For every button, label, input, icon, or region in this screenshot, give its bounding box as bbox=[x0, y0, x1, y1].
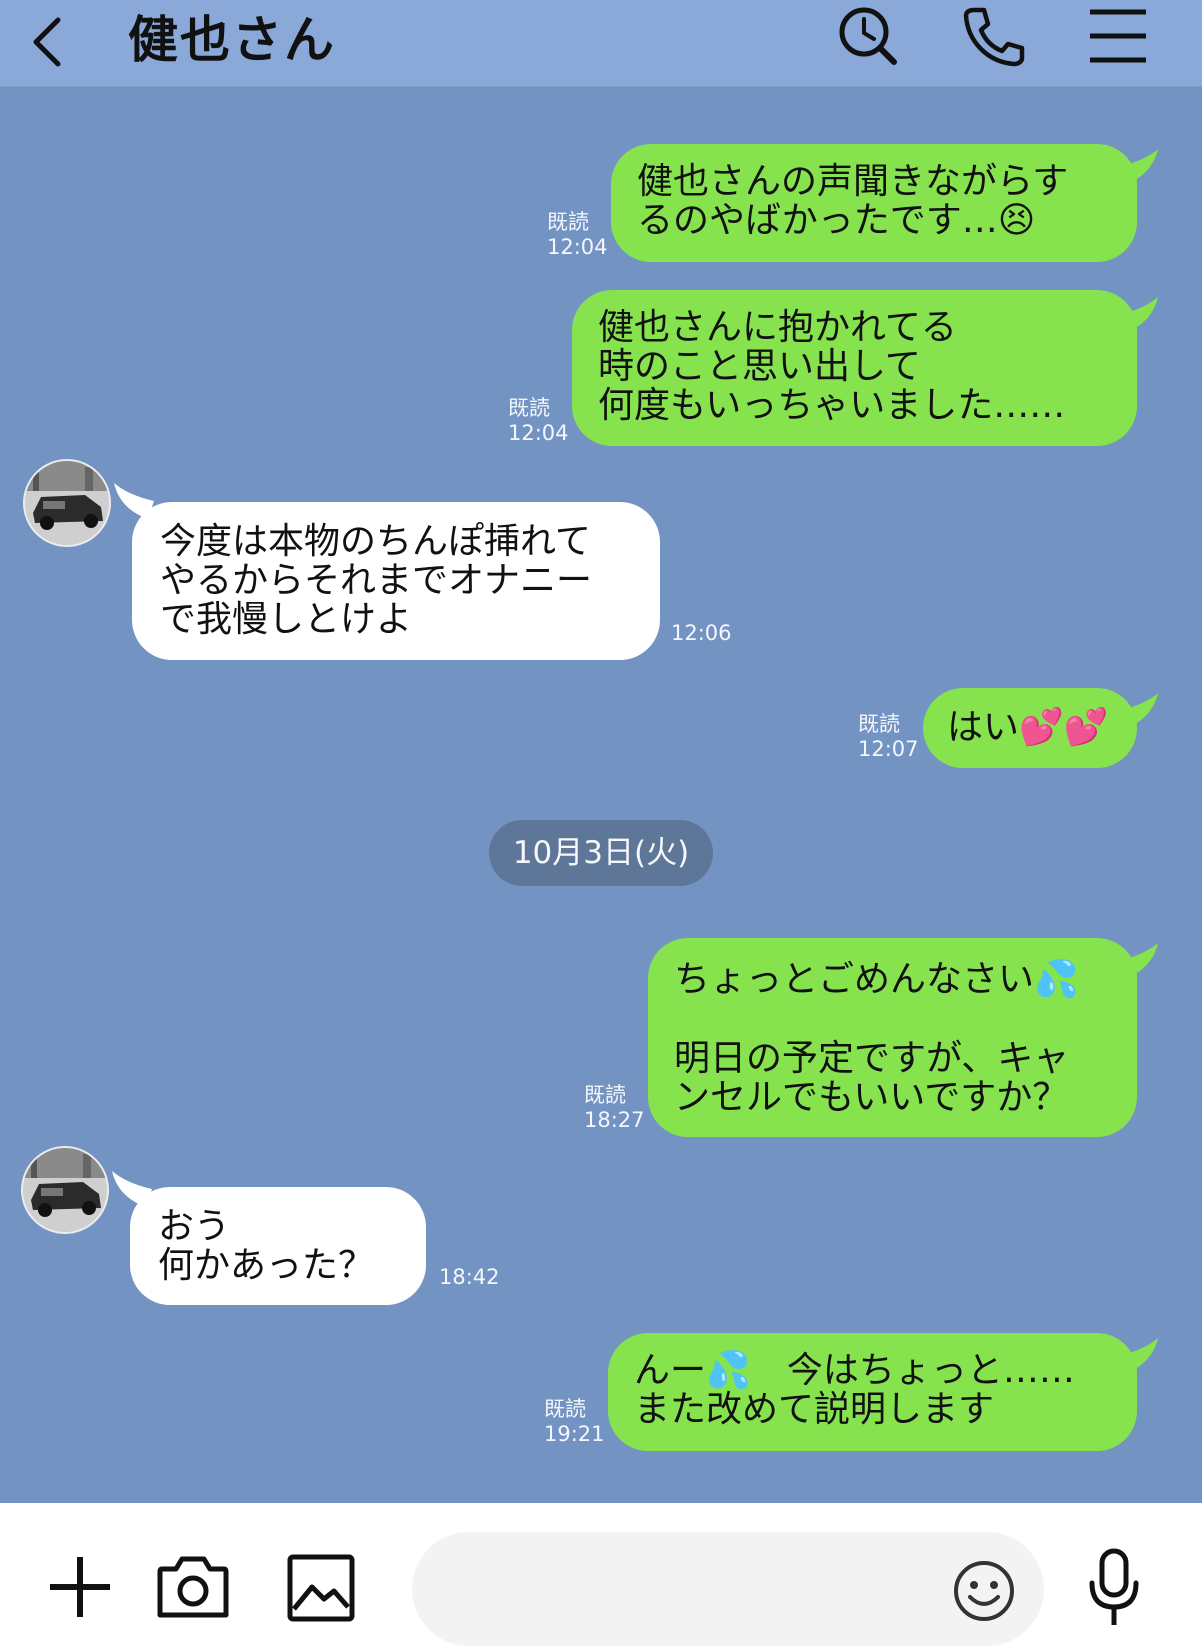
emoji-icon[interactable] bbox=[952, 1559, 1016, 1623]
search-history-icon[interactable] bbox=[832, 2, 902, 72]
back-chevron-icon[interactable] bbox=[28, 12, 68, 72]
avatar[interactable] bbox=[23, 459, 111, 547]
chat-header: 健也さん bbox=[0, 0, 1202, 87]
message-text: 健也さんに抱かれてる 時のこと思い出して 何度もいっちゃいました…… bbox=[598, 307, 1066, 426]
plus-icon[interactable] bbox=[46, 1553, 114, 1621]
hearts-emoji-icon: 💕💕 bbox=[1019, 707, 1109, 748]
menu-icon[interactable] bbox=[1084, 2, 1154, 72]
message-meta: 既読 12:04 bbox=[508, 396, 569, 446]
message-input[interactable] bbox=[412, 1532, 1044, 1646]
car-avatar-icon bbox=[25, 461, 109, 545]
chat-area[interactable]: 既読 12:04 健也さんの声聞きながらす るのやばかったです…😣 既読 12:… bbox=[0, 87, 1202, 1503]
message-text: 今度は本物のちんぽ挿れて やるからそれまでオナニー で我慢しとけよ bbox=[160, 521, 593, 640]
message-time: 12:06 bbox=[671, 621, 732, 645]
chat-title: 健也さん bbox=[128, 11, 336, 69]
read-receipt: 既読 bbox=[547, 210, 589, 234]
read-receipt: 既読 bbox=[508, 396, 550, 420]
bubble-tail bbox=[1118, 693, 1158, 729]
input-bar bbox=[0, 1503, 1202, 1650]
phone-icon[interactable] bbox=[958, 2, 1028, 72]
read-receipt: 既読 bbox=[858, 712, 900, 736]
message-time: 12:04 bbox=[547, 235, 608, 259]
bubble-tail bbox=[1118, 149, 1158, 185]
message-bubble-incoming[interactable]: 今度は本物のちんぽ挿れて やるからそれまでオナニー で我慢しとけよ bbox=[132, 502, 660, 660]
message-text: はい bbox=[947, 707, 1020, 748]
bubble-tail bbox=[1118, 297, 1158, 333]
emoji-icon: 😣 bbox=[997, 200, 1036, 241]
message-time: 12:07 bbox=[858, 737, 919, 761]
image-icon[interactable] bbox=[286, 1553, 356, 1623]
message-meta: 既読 12:07 bbox=[858, 712, 919, 762]
message-bubble-outgoing[interactable]: 健也さんに抱かれてる 時のこと思い出して 何度もいっちゃいました…… bbox=[572, 290, 1137, 446]
camera-icon[interactable] bbox=[156, 1553, 230, 1621]
message-bubble-outgoing[interactable]: 健也さんの声聞きながらす るのやばかったです…😣 bbox=[611, 144, 1137, 262]
date-separator: 10月3日(火) bbox=[489, 820, 713, 886]
message-bubble-outgoing[interactable]: はい💕💕 bbox=[923, 688, 1137, 768]
message-time: 12:04 bbox=[508, 421, 569, 445]
microphone-icon[interactable] bbox=[1086, 1547, 1142, 1629]
message-meta: 既読 12:04 bbox=[547, 210, 608, 260]
